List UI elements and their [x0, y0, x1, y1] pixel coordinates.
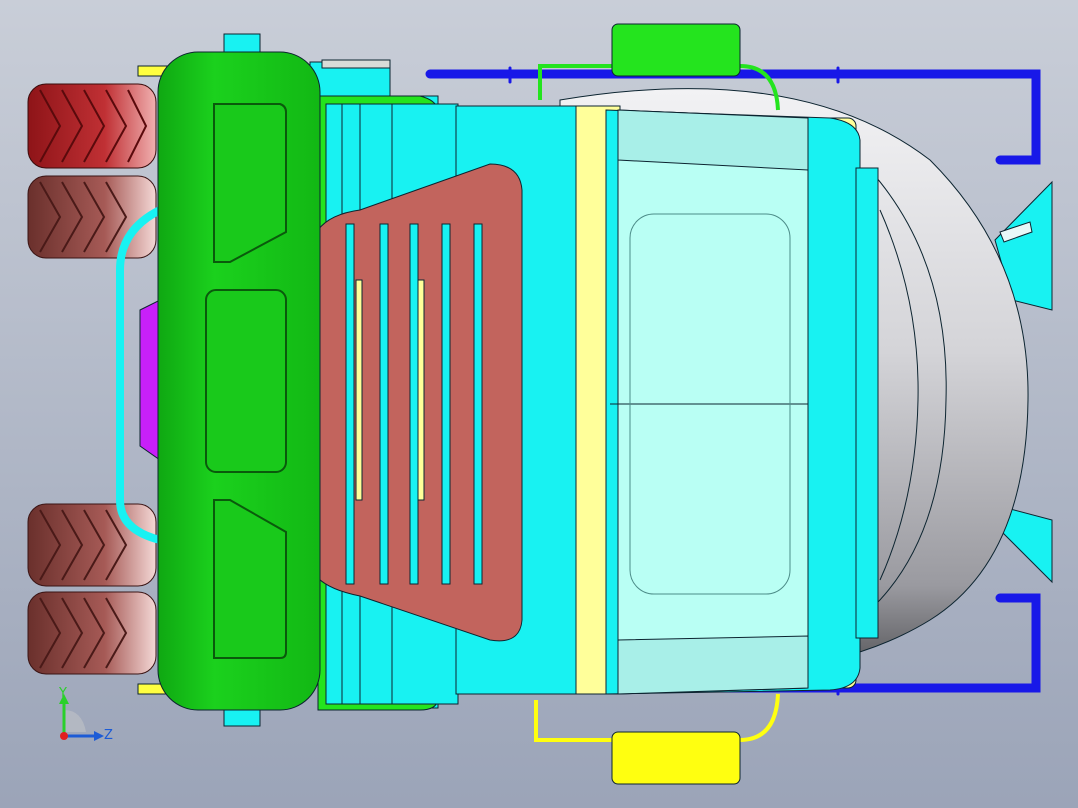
model-canvas[interactable] — [0, 0, 1078, 808]
z-axis-label: Z — [104, 728, 113, 743]
steering-linkage[interactable] — [139, 299, 161, 461]
z-arrow-icon — [94, 731, 104, 741]
graphics-viewport[interactable]: Y Z — [0, 0, 1078, 808]
origin-point-icon — [60, 732, 68, 740]
front-bumper[interactable] — [157, 51, 321, 711]
front-right-tire-outer[interactable] — [27, 591, 157, 675]
y-axis-label: Y — [59, 686, 67, 701]
radiator-grille[interactable] — [317, 163, 523, 642]
front-left-tire-inner[interactable] — [27, 175, 157, 259]
mirror-bracket-bottom[interactable] — [223, 707, 261, 727]
front-left-tire-outer[interactable] — [27, 83, 157, 169]
front-right-tire-inner[interactable] — [27, 503, 157, 587]
coordinate-triad[interactable]: Y Z — [52, 686, 122, 748]
mirror-bracket-top[interactable] — [223, 33, 261, 55]
triad-quadrant-icon — [64, 710, 86, 732]
hood-rail — [321, 59, 391, 69]
